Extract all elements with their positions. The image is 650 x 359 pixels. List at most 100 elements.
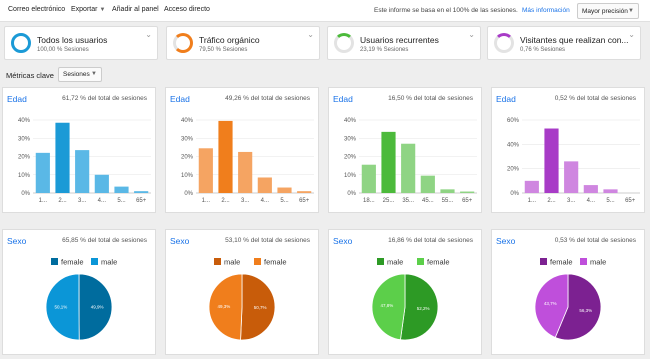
legend-swatch — [214, 258, 221, 265]
x-tick-label: 1... — [39, 198, 48, 204]
x-tick-label: 55... — [442, 198, 454, 204]
legend-label[interactable]: female — [264, 258, 287, 267]
age-bar[interactable] — [564, 161, 579, 193]
age-bar[interactable] — [277, 187, 292, 193]
legend-swatch — [51, 258, 58, 265]
x-tick-label: 2... — [547, 198, 556, 204]
legend-swatch — [91, 258, 98, 265]
export-button[interactable]: Exportar ▼ — [71, 6, 105, 13]
y-tick-label: 20% — [181, 155, 194, 161]
gender-chart-card: Sexo 53,10 % del total de sesiones male fem… — [165, 229, 319, 355]
age-bar[interactable] — [603, 189, 618, 193]
chevron-down-icon[interactable]: ⌄ — [628, 30, 635, 39]
age-bar[interactable] — [35, 152, 50, 193]
chevron-down-icon[interactable]: ⌄ — [307, 30, 314, 39]
pie-slice-label: 56,3% — [579, 308, 592, 313]
legend-label[interactable]: male — [590, 258, 606, 267]
age-chart-card: Edad 0,52 % del total de sesiones 0% 20% 40%… — [491, 87, 645, 213]
legend-label[interactable]: female — [550, 258, 573, 267]
age-bar[interactable] — [75, 150, 90, 193]
x-tick-label: 65+ — [625, 198, 636, 204]
x-tick-label: 2... — [221, 198, 230, 204]
age-bar[interactable] — [198, 148, 213, 193]
legend-label[interactable]: female — [61, 258, 84, 267]
key-metrics-value: Sesiones — [63, 71, 90, 78]
segment-subtitle: 100,00 % Sesiones — [37, 47, 89, 53]
precision-dropdown[interactable]: Mayor precisión ▼ — [577, 3, 639, 19]
age-chart-card: Edad 49,26 % del total de sesiones 0% 10% 20… — [165, 87, 319, 213]
age-bar[interactable] — [238, 151, 253, 193]
age-bar[interactable] — [361, 164, 376, 193]
y-tick-label: 20% — [507, 167, 520, 173]
chevron-down-icon[interactable]: ⌄ — [145, 30, 152, 39]
age-bar-chart: 0% 10% 20% 30% 40% 1... 2... 3... 4... 5... 65+ — [181, 118, 314, 204]
gender-chart-card: Sexo 65,85 % del total de sesiones female m… — [2, 229, 156, 355]
x-tick-label: 65+ — [299, 198, 310, 204]
gender-chart-card: Sexo 0,53 % del total de sesiones female ma… — [491, 229, 645, 355]
age-bar[interactable] — [420, 175, 435, 193]
caret-down-icon: ▼ — [628, 8, 634, 14]
x-tick-label: 25... — [383, 198, 395, 204]
y-tick-label: 10% — [18, 173, 31, 179]
legend-swatch — [580, 258, 587, 265]
legend-label[interactable]: male — [224, 258, 240, 267]
add-to-dashboard-button[interactable]: Añadir al panel — [112, 6, 159, 13]
y-tick-label: 30% — [18, 136, 31, 142]
chevron-down-icon[interactable]: ⌄ — [468, 30, 475, 39]
age-bar[interactable] — [524, 180, 539, 193]
x-tick-label: 65+ — [462, 198, 473, 204]
age-bar[interactable] — [94, 174, 109, 193]
age-bar[interactable] — [381, 131, 396, 193]
segment-card[interactable]: Tráfico orgánico 79,50 % Sesiones ⌄ — [166, 26, 320, 60]
age-bar[interactable] — [440, 189, 455, 193]
legend-label[interactable]: male — [387, 258, 403, 267]
key-metrics-dropdown[interactable]: Sesiones ▼ — [58, 67, 102, 82]
caret-down-icon: ▼ — [99, 7, 106, 13]
age-bar[interactable] — [544, 128, 559, 193]
x-tick-label: 45... — [422, 198, 434, 204]
sampling-info: Este informe se basa en el 100% de las s… — [374, 7, 518, 14]
age-bar[interactable] — [460, 191, 475, 193]
more-info-link[interactable]: Más información — [522, 7, 570, 14]
segment-card[interactable]: Usuarios recurrentes 23,19 % Sesiones ⌄ — [327, 26, 481, 60]
segment-subtitle: 23,19 % Sesiones — [360, 47, 409, 53]
gender-chart-card: Sexo 16,86 % del total de sesiones male fem… — [328, 229, 482, 355]
legend-label[interactable]: female — [427, 258, 450, 267]
y-tick-label: 10% — [344, 173, 357, 179]
email-button[interactable]: Correo electrónico — [8, 6, 65, 13]
age-bar[interactable] — [257, 177, 272, 193]
x-tick-label: 35... — [402, 198, 414, 204]
age-bar[interactable] — [114, 186, 129, 193]
segment-title: Tráfico orgánico — [199, 35, 260, 45]
x-tick-label: 4... — [98, 198, 107, 204]
y-tick-label: 0% — [21, 191, 30, 197]
shortcut-button[interactable]: Acceso directo — [164, 6, 210, 13]
x-tick-label: 5... — [117, 198, 126, 204]
key-metrics-label: Métricas clave — [6, 71, 54, 80]
gender-pie-chart: female male 56,3% 43,7% — [534, 258, 606, 341]
x-tick-label: 1... — [528, 198, 537, 204]
segment-card[interactable]: Todos los usuarios 100,00 % Sesiones ⌄ — [4, 26, 158, 60]
age-bar[interactable] — [55, 122, 70, 193]
x-tick-label: 3... — [78, 198, 87, 204]
x-tick-label: 5... — [280, 198, 289, 204]
segment-ring-icon — [334, 33, 354, 53]
legend-swatch — [540, 258, 547, 265]
legend-label[interactable]: male — [101, 258, 117, 267]
pie-slice-label: 50,1% — [54, 305, 67, 310]
legend-swatch — [377, 258, 384, 265]
y-tick-label: 40% — [18, 118, 31, 124]
gender-pie-chart: female male 49,9% 50,1% — [45, 258, 117, 341]
age-bar[interactable] — [401, 143, 416, 193]
age-bar[interactable] — [297, 191, 312, 193]
age-chart-card: Edad 61,72 % del total de sesiones 0% 10% 20… — [2, 87, 156, 213]
gender-pie-chart: male female 50,7% 49,3% — [208, 258, 287, 341]
segment-card[interactable]: Visitantes que realizan con... 0,76 % Ses… — [487, 26, 641, 60]
age-bar[interactable] — [134, 191, 149, 193]
x-tick-label: 18... — [363, 198, 375, 204]
age-bar[interactable] — [218, 120, 233, 193]
segment-ring-icon — [11, 33, 31, 53]
age-bar[interactable] — [583, 185, 598, 193]
gender-pie-chart: male female 52,2% 47,8% — [371, 258, 450, 341]
x-tick-label: 3... — [241, 198, 250, 204]
